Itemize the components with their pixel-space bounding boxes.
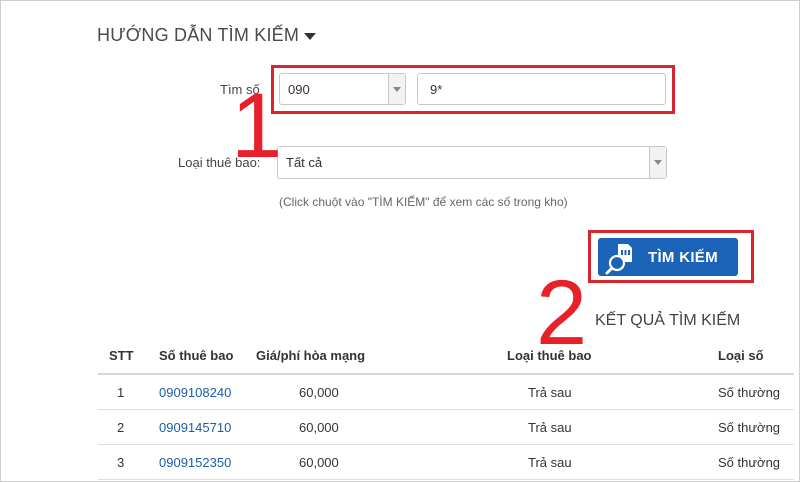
column-header-num-type: Loại số [718,348,764,363]
search-button-label: TÌM KIẾM [648,248,718,266]
row-sub-type: Trả sau [528,385,572,400]
sim-search-icon [604,238,640,276]
number-pattern-value: 9* [430,81,443,97]
row-number-link[interactable]: 0909108240 [159,385,231,400]
column-header-stt: STT [109,348,134,363]
table-row: 1 0909108240 60,000 Trả sau Số thường [98,375,794,410]
search-hint: (Click chuột vào "TÌM KIẾM" để xem các s… [279,195,568,209]
row-sub-type: Trả sau [528,455,572,470]
subscription-type-value: Tất cả [286,155,323,170]
caret-down-icon [304,33,317,40]
search-guide-title: HƯỚNG DẪN TÌM KIẾM [97,25,300,45]
prefix-select-value: 090 [288,81,310,97]
search-guide-toggle[interactable]: HƯỚNG DẪN TÌM KIẾM [97,25,317,46]
step-1-marker: 1 [231,75,283,177]
chevron-down-icon[interactable] [649,147,666,178]
row-stt: 3 [117,455,125,470]
table-row: 3 0909152350 60,000 Trả sau Số thường [98,445,794,480]
row-num-type: Số thường [718,455,781,470]
row-stt: 2 [117,420,125,435]
row-num-type: Số thường [718,420,781,435]
column-header-number: Số thuê bao [159,348,234,363]
table-row: 2 0909145710 60,000 Trả sau Số thường [98,410,794,445]
number-pattern-input[interactable]: 9* [417,73,666,105]
row-fee: 60,000 [299,455,339,470]
row-fee: 60,000 [299,385,339,400]
row-number-link[interactable]: 0909152350 [159,455,231,470]
results-title: KẾT QUẢ TÌM KIẾM [595,312,741,329]
search-button[interactable]: TÌM KIẾM [598,238,738,276]
prefix-select[interactable]: 090 [279,73,406,105]
row-sub-type: Trả sau [528,420,572,435]
column-header-sub-type: Loại thuê bao [507,348,592,363]
row-fee: 60,000 [299,420,339,435]
column-header-fee: Giá/phí hòa mạng [256,348,366,363]
row-num-type: Số thường [718,385,781,400]
subscription-type-select[interactable]: Tất cả [277,146,667,179]
chevron-down-icon[interactable] [388,74,405,104]
row-number-link[interactable]: 0909145710 [159,420,231,435]
step-2-marker: 2 [536,262,588,364]
row-stt: 1 [117,385,125,400]
